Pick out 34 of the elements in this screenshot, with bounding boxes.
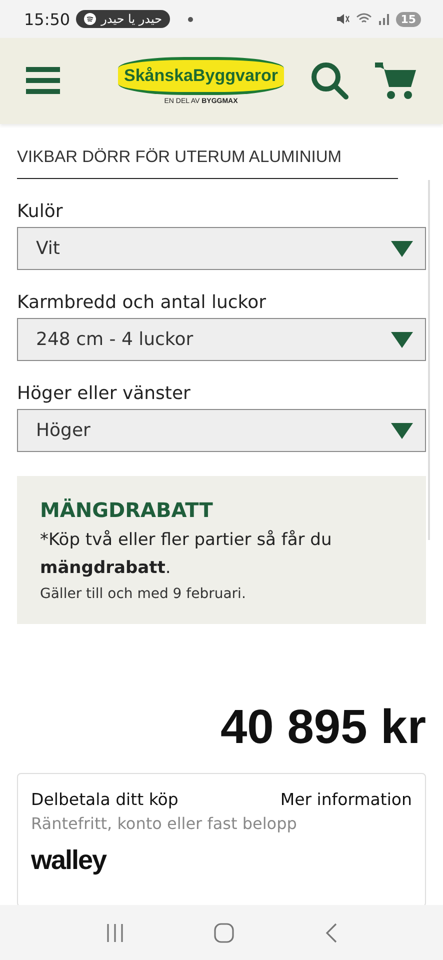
wifi-icon <box>356 13 372 25</box>
dropdown-arrow-icon <box>391 240 413 256</box>
recents-icon[interactable] <box>104 924 125 942</box>
home-icon[interactable] <box>214 922 234 942</box>
media-title: حيدر يا حيدر <box>101 12 162 26</box>
music-icon <box>84 13 96 25</box>
menu-icon[interactable] <box>26 67 60 95</box>
search-icon[interactable] <box>311 62 349 100</box>
option-label: Karmbredd och antal luckor <box>17 292 268 313</box>
financing-title: Delbetala ditt köp <box>31 790 178 809</box>
product-subtitle: VIKBAR DÖRR FÖR UTERUM ALUMINIUM <box>17 148 398 179</box>
signal-icon <box>378 13 390 25</box>
media-chip[interactable]: حيدر يا حيدر <box>76 10 170 28</box>
promo-text: *Köp två eller fler partier så får du mängdrabatt. <box>40 529 333 580</box>
battery-level: 15 <box>396 12 421 26</box>
logo[interactable]: SkånskaByggvaror <box>118 57 284 95</box>
dropdown-arrow-icon <box>391 332 413 348</box>
back-icon[interactable] <box>324 922 338 942</box>
promo-note: Gäller till och med 9 februari. <box>40 586 247 602</box>
price: 40 895 kr <box>219 700 426 755</box>
mute-icon <box>336 13 350 25</box>
provider-logo: walley <box>31 845 106 876</box>
option-label: Höger eller vänster <box>17 383 192 404</box>
option-dropdown[interactable]: Vit <box>17 227 426 270</box>
financing-description: Räntefritt, konto eller fast belopp <box>31 814 298 833</box>
dropdown-arrow-icon <box>391 422 413 438</box>
cart-icon[interactable] <box>375 62 417 100</box>
notification-dot <box>188 16 193 22</box>
more-info-link[interactable]: Mer information <box>280 790 412 809</box>
promo-title: MÄNGDRABATT <box>40 498 214 522</box>
option-dropdown[interactable]: Höger <box>17 409 426 452</box>
option-label: Kulör <box>17 201 64 222</box>
option-dropdown[interactable]: 248 cm - 4 luckor <box>17 318 426 361</box>
clock: 15:50 <box>24 10 70 28</box>
